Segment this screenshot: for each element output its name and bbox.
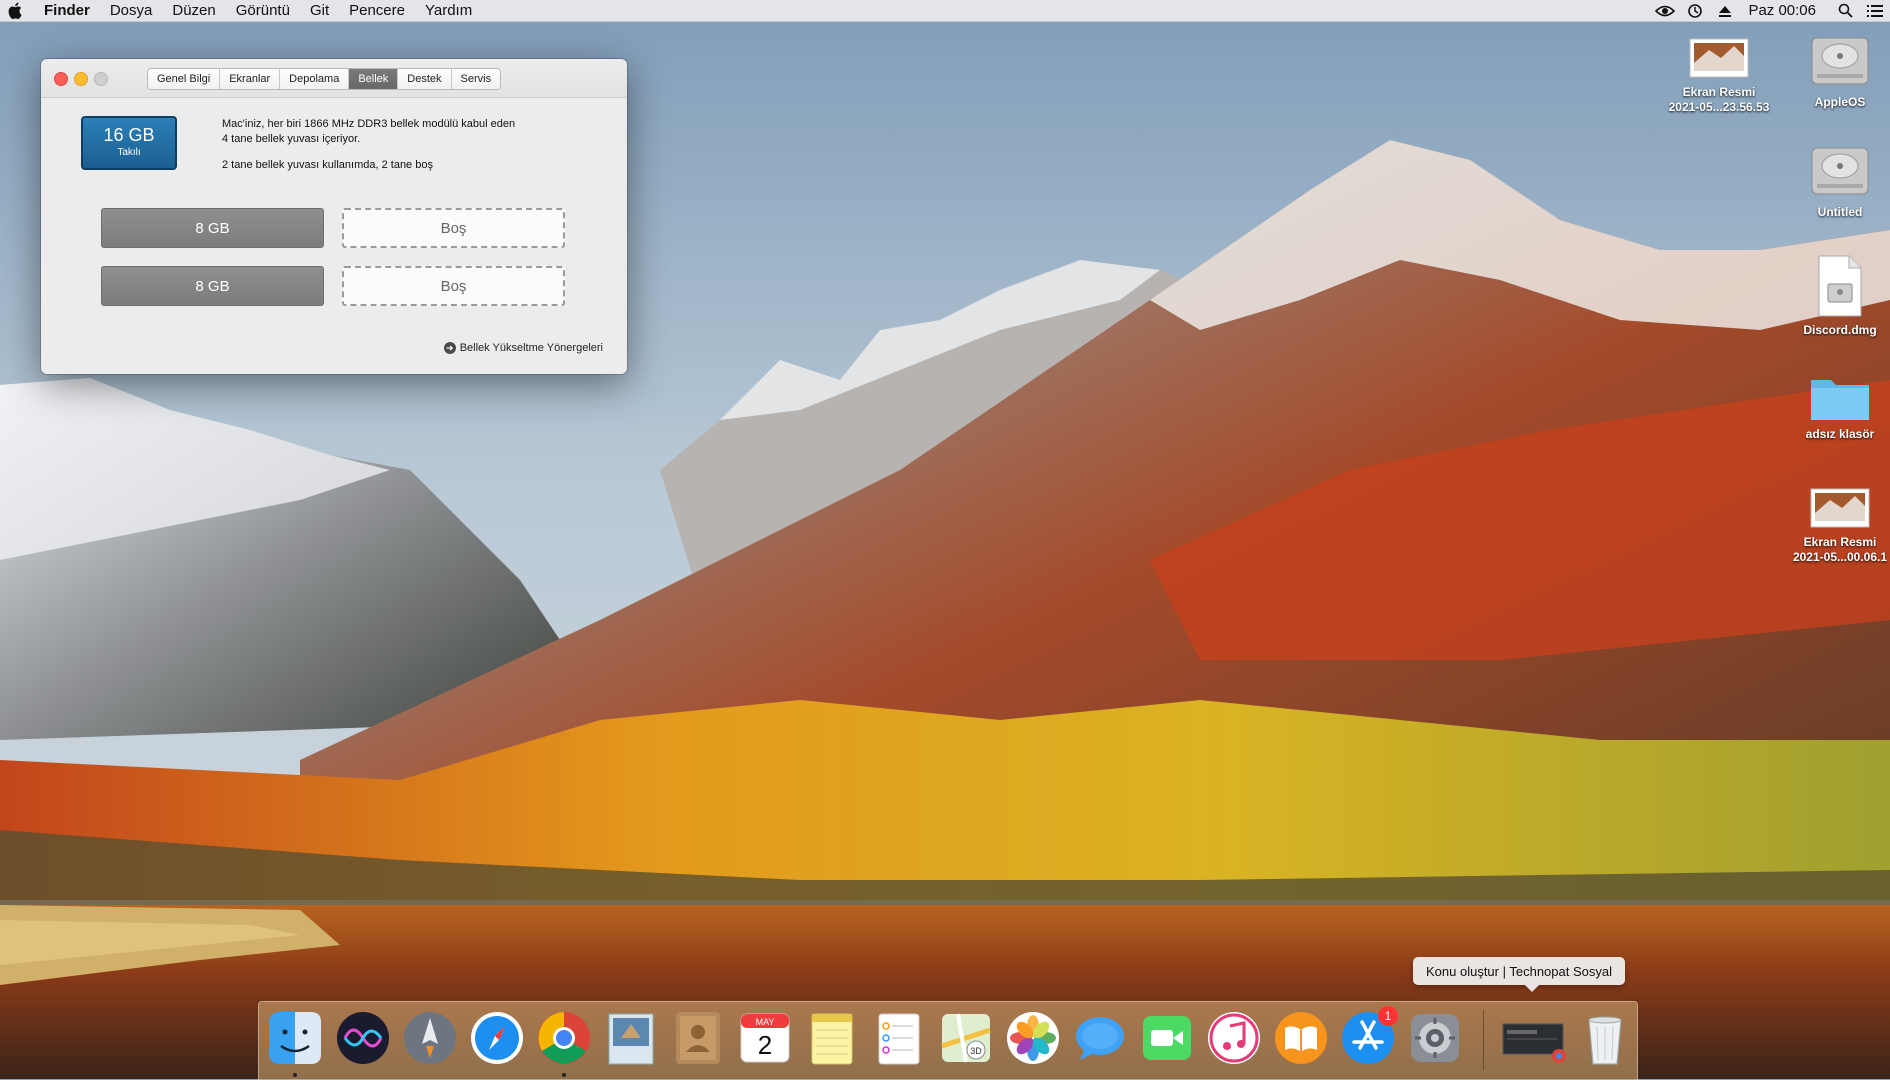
- photos-icon[interactable]: [1003, 1008, 1063, 1068]
- calendar-icon[interactable]: MAY 2: [735, 1008, 795, 1068]
- time-machine-icon[interactable]: [1680, 0, 1710, 21]
- calendar-day: 2: [758, 1030, 772, 1060]
- minimized-window-thumbnail[interactable]: [1499, 1008, 1569, 1068]
- hard-disk-icon: [1811, 37, 1869, 85]
- tab-destek[interactable]: Destek: [398, 69, 452, 89]
- desktop-icon-screenshot-2[interactable]: Ekran Resmi 2021-05...00.06.1: [1785, 488, 1890, 565]
- desktop-icon-appleos[interactable]: AppleOS: [1785, 30, 1890, 110]
- finder-icon[interactable]: [265, 1008, 325, 1068]
- desktop-icon-label: Ekran Resmi: [1803, 535, 1877, 549]
- notes-icon[interactable]: [802, 1008, 862, 1068]
- memory-slot-2: Boş: [342, 208, 565, 248]
- menu-duzen[interactable]: Düzen: [162, 0, 225, 21]
- zoom-button[interactable]: [94, 72, 108, 86]
- app-store-icon[interactable]: 1: [1338, 1006, 1398, 1068]
- desktop-icon-sublabel: 2021-05...00.06.1: [1792, 550, 1888, 564]
- contacts-icon[interactable]: [668, 1008, 728, 1068]
- dmg-file-icon: [1818, 255, 1862, 317]
- memory-slot-1: 8 GB: [101, 208, 324, 248]
- mail-icon[interactable]: [601, 1008, 661, 1068]
- memory-total-label: Takılı: [117, 147, 141, 158]
- menu-pencere[interactable]: Pencere: [339, 0, 415, 21]
- desktop-icon-label: Untitled: [1817, 205, 1863, 219]
- menu-finder[interactable]: Finder: [34, 0, 100, 21]
- launchpad-icon[interactable]: [400, 1008, 460, 1068]
- menu-bar: Finder Dosya Düzen Görüntü Git Pencere Y…: [0, 0, 1890, 22]
- memory-upgrade-label: Bellek Yükseltme Yönergeleri: [459, 342, 603, 354]
- desktop-icon-label: adsız klasör: [1805, 427, 1875, 441]
- memory-total-size: 16 GB: [103, 125, 155, 145]
- desktop-icon-label: Discord.dmg: [1803, 323, 1877, 337]
- ibooks-icon[interactable]: [1271, 1008, 1331, 1068]
- tab-bellek[interactable]: Bellek: [349, 69, 399, 89]
- screenshot-icon: [1810, 488, 1870, 528]
- desc-line-2: 4 tane bellek yuvası içeriyor.: [222, 133, 361, 145]
- about-this-mac-window: Genel Bilgi Ekranlar Depolama Bellek Des…: [41, 59, 627, 374]
- messages-icon[interactable]: [1070, 1008, 1130, 1068]
- memory-slot-3: 8 GB: [101, 266, 324, 306]
- menu-goruntu[interactable]: Görüntü: [226, 0, 300, 21]
- menu-git[interactable]: Git: [300, 0, 339, 21]
- memory-panel: 16 GB Takılı Mac'iniz, her biri 1866 MHz…: [41, 98, 627, 374]
- system-preferences-icon[interactable]: [1405, 1008, 1465, 1068]
- apple-menu-icon[interactable]: [8, 2, 24, 20]
- desktop-icon-screenshot-1[interactable]: Ekran Resmi 2021-05...23.56.53: [1664, 38, 1774, 115]
- memory-slot-4: Boş: [342, 266, 565, 306]
- screenshot-icon: [1689, 38, 1749, 78]
- siri-icon[interactable]: [333, 1008, 393, 1068]
- desktop-icon-sublabel: 2021-05...23.56.53: [1668, 100, 1770, 114]
- close-button[interactable]: [54, 72, 68, 86]
- tab-servis[interactable]: Servis: [451, 69, 501, 89]
- desc-line-3: 2 tane bellek yuvası kullanımda, 2 tane …: [222, 159, 433, 171]
- tab-depolama[interactable]: Depolama: [280, 69, 350, 89]
- memory-total-badge: 16 GB Takılı: [81, 116, 177, 170]
- menu-clock[interactable]: Paz 00:06: [1740, 2, 1830, 19]
- running-indicator: [293, 1073, 297, 1077]
- running-indicator: [562, 1073, 566, 1077]
- desktop-icon-untitled[interactable]: Untitled: [1785, 140, 1890, 220]
- menu-yardim[interactable]: Yardım: [415, 0, 482, 21]
- svg-text:3D: 3D: [970, 1046, 982, 1056]
- desktop-icon-folder[interactable]: adsız klasör: [1785, 372, 1890, 442]
- desc-line-1: Mac'iniz, her biri 1866 MHz DDR3 bellek …: [222, 118, 516, 130]
- folder-icon: [1811, 380, 1869, 420]
- dock-tooltip: Konu oluştur | Technopat Sosyal: [1413, 957, 1625, 992]
- itunes-icon[interactable]: [1204, 1008, 1264, 1068]
- calendar-month: MAY: [756, 1017, 775, 1027]
- desktop-icon-discord-dmg[interactable]: Discord.dmg: [1785, 254, 1890, 338]
- app-store-badge: 1: [1378, 1006, 1398, 1026]
- dock: MAY 2 3D 1: [258, 1001, 1638, 1080]
- memory-upgrade-link[interactable]: ➜ Bellek Yükseltme Yönergeleri: [443, 342, 603, 354]
- search-icon[interactable]: [1830, 0, 1860, 21]
- list-icon[interactable]: [1860, 0, 1890, 21]
- desktop-icon-label: Ekran Resmi: [1682, 85, 1756, 99]
- safari-icon[interactable]: [467, 1008, 527, 1068]
- chrome-icon[interactable]: [534, 1008, 594, 1068]
- minimize-button[interactable]: [74, 72, 88, 86]
- menu-dosya[interactable]: Dosya: [100, 0, 163, 21]
- eject-icon[interactable]: [1710, 0, 1740, 21]
- reminders-icon[interactable]: [869, 1008, 929, 1068]
- tab-genel-bilgi[interactable]: Genel Bilgi: [148, 69, 221, 89]
- desktop-icon-label: AppleOS: [1814, 95, 1866, 109]
- hard-disk-icon: [1811, 147, 1869, 195]
- facetime-icon[interactable]: [1137, 1008, 1197, 1068]
- memory-description: Mac'iniz, her biri 1866 MHz DDR3 bellek …: [222, 117, 515, 173]
- trash-icon[interactable]: [1575, 1008, 1635, 1068]
- nvidia-icon[interactable]: [1650, 0, 1680, 21]
- tab-ekranlar[interactable]: Ekranlar: [220, 69, 281, 89]
- maps-icon[interactable]: 3D: [936, 1008, 996, 1068]
- dock-separator: [1483, 1010, 1484, 1070]
- tab-bar: Genel Bilgi Ekranlar Depolama Bellek Des…: [147, 68, 502, 90]
- window-titlebar[interactable]: Genel Bilgi Ekranlar Depolama Bellek Des…: [41, 59, 627, 98]
- arrow-right-icon: ➜: [443, 342, 456, 354]
